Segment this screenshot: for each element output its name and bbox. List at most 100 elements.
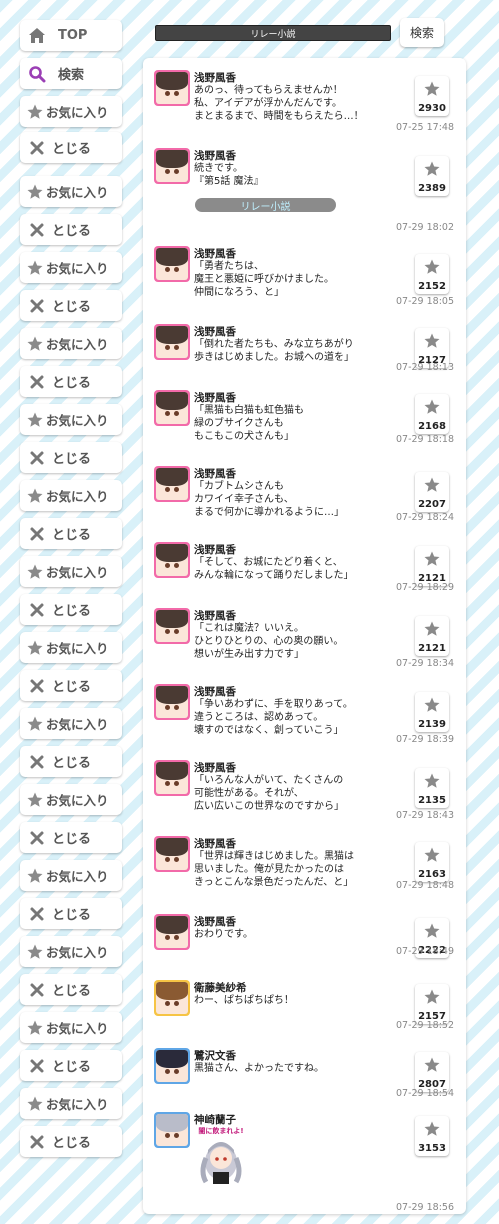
post-text: 「争いあわずに、手を取りあって。 違うところは、認めあって。 壊すのではなく、創… (194, 699, 353, 736)
tag-button[interactable]: リレー小説 (195, 198, 336, 213)
avatar[interactable] (154, 1048, 190, 1084)
star-icon (26, 335, 44, 353)
favorite-button[interactable]: お気に入り (20, 480, 122, 511)
close-button[interactable]: とじる (20, 290, 122, 321)
close-button[interactable]: とじる (20, 746, 122, 777)
avatar[interactable] (154, 148, 190, 184)
close-button[interactable]: とじる (20, 974, 122, 1005)
favorite-button[interactable]: お気に入り (20, 328, 122, 359)
close-button[interactable]: とじる (20, 442, 122, 473)
avatar[interactable] (154, 542, 190, 578)
like-count: 2135 (418, 795, 446, 806)
post-author: 浅野風香 (194, 762, 236, 774)
favorite-label: お気に入り (46, 337, 109, 352)
post-text: 「カブトムシさんも カワイイ幸子さんも、 まるで何かに導かれるように…」 (194, 481, 344, 518)
search-nav-button[interactable]: 検索 (20, 58, 122, 89)
post-timestamp: 07-29 18:18 (395, 434, 454, 445)
like-count: 3153 (418, 1143, 446, 1154)
like-button[interactable]: 2139 (415, 692, 449, 732)
favorite-label: お気に入り (46, 1097, 109, 1112)
sticker-image: 闇に飲まれよ! (194, 1127, 248, 1186)
star-icon (26, 639, 44, 657)
avatar[interactable] (154, 1112, 190, 1148)
favorite-button[interactable]: お気に入り (20, 404, 122, 435)
star-icon (26, 1095, 44, 1113)
avatar[interactable] (154, 760, 190, 796)
post-timestamp: 07-29 18:48 (395, 880, 454, 891)
favorite-button[interactable]: お気に入り (20, 1088, 122, 1119)
favorite-label: お気に入り (46, 489, 109, 504)
favorite-button[interactable]: お気に入り (20, 632, 122, 663)
favorite-button[interactable]: お気に入り (20, 252, 122, 283)
favorite-label: お気に入り (46, 413, 109, 428)
avatar[interactable] (154, 914, 190, 950)
like-button[interactable]: 2389 (415, 156, 449, 196)
avatar[interactable] (154, 70, 190, 106)
like-button[interactable]: 2157 (415, 984, 449, 1024)
post-author: 浅野風香 (194, 392, 236, 404)
avatar[interactable] (154, 608, 190, 644)
avatar[interactable] (154, 324, 190, 360)
close-button[interactable]: とじる (20, 898, 122, 929)
like-button[interactable]: 2121 (415, 616, 449, 656)
close-button[interactable]: とじる (20, 670, 122, 701)
post-text: 続きです。 『第5話 魔法』 (194, 163, 264, 187)
like-count: 2152 (418, 281, 446, 292)
post-timestamp: 07-29 18:34 (395, 658, 454, 669)
timeline-panel: 浅野風香 あのっ、待ってもらえませんか！ 私、アイデアが浮かんだんです。 まとまる… (143, 58, 466, 1214)
favorite-button[interactable]: お気に入り (20, 708, 122, 739)
favorite-button[interactable]: お気に入り (20, 784, 122, 815)
close-button[interactable]: とじる (20, 594, 122, 625)
close-icon (28, 221, 46, 239)
avatar[interactable] (154, 684, 190, 720)
like-button[interactable]: 2163 (415, 842, 449, 882)
close-icon (28, 753, 46, 771)
close-button[interactable]: とじる (20, 518, 122, 549)
avatar[interactable] (154, 390, 190, 426)
close-label: とじる (52, 224, 92, 239)
post-timestamp: 07-29 18:02 (395, 222, 454, 233)
favorite-button[interactable]: お気に入り (20, 1012, 122, 1043)
avatar[interactable] (154, 246, 190, 282)
header-search-button[interactable]: 検索 (400, 18, 444, 47)
favorite-button[interactable]: お気に入り (20, 96, 122, 127)
close-button[interactable]: とじる (20, 132, 122, 163)
favorite-button[interactable]: お気に入り (20, 936, 122, 967)
like-button[interactable]: 2207 (415, 472, 449, 512)
like-button[interactable]: 2807 (415, 1052, 449, 1092)
star-icon (423, 328, 441, 354)
avatar[interactable] (154, 466, 190, 502)
close-button[interactable]: とじる (20, 1050, 122, 1081)
favorite-button[interactable]: お気に入り (20, 556, 122, 587)
close-button[interactable]: とじる (20, 822, 122, 853)
star-icon (26, 1019, 44, 1037)
post-text: おわりです。 (194, 929, 253, 940)
post-author: 浅野風香 (194, 838, 236, 850)
like-count: 2930 (418, 103, 446, 114)
close-icon (28, 829, 46, 847)
avatar[interactable] (154, 836, 190, 872)
like-button[interactable]: 2135 (415, 768, 449, 808)
post-text: 黒猫さん、よかったですね。 (194, 1063, 324, 1074)
like-button[interactable]: 2152 (415, 254, 449, 294)
post-author: 浅野風香 (194, 544, 236, 556)
like-button[interactable]: 3153 (415, 1116, 449, 1156)
star-icon (423, 472, 441, 498)
close-button[interactable]: とじる (20, 214, 122, 245)
close-label: とじる (52, 680, 92, 695)
close-label: とじる (52, 1060, 92, 1075)
star-icon (423, 984, 441, 1010)
close-button[interactable]: とじる (20, 1126, 122, 1157)
avatar[interactable] (154, 980, 190, 1016)
like-button[interactable]: 2930 (415, 76, 449, 116)
like-count: 2207 (418, 499, 446, 510)
top-button[interactable]: TOP (20, 20, 122, 51)
star-icon (26, 487, 44, 505)
favorite-button[interactable]: お気に入り (20, 860, 122, 891)
like-button[interactable]: 2168 (415, 394, 449, 434)
close-label: とじる (52, 604, 92, 619)
favorite-button[interactable]: お気に入り (20, 176, 122, 207)
favorite-label: お気に入り (46, 105, 109, 120)
like-button[interactable]: 2121 (415, 546, 449, 586)
close-button[interactable]: とじる (20, 366, 122, 397)
